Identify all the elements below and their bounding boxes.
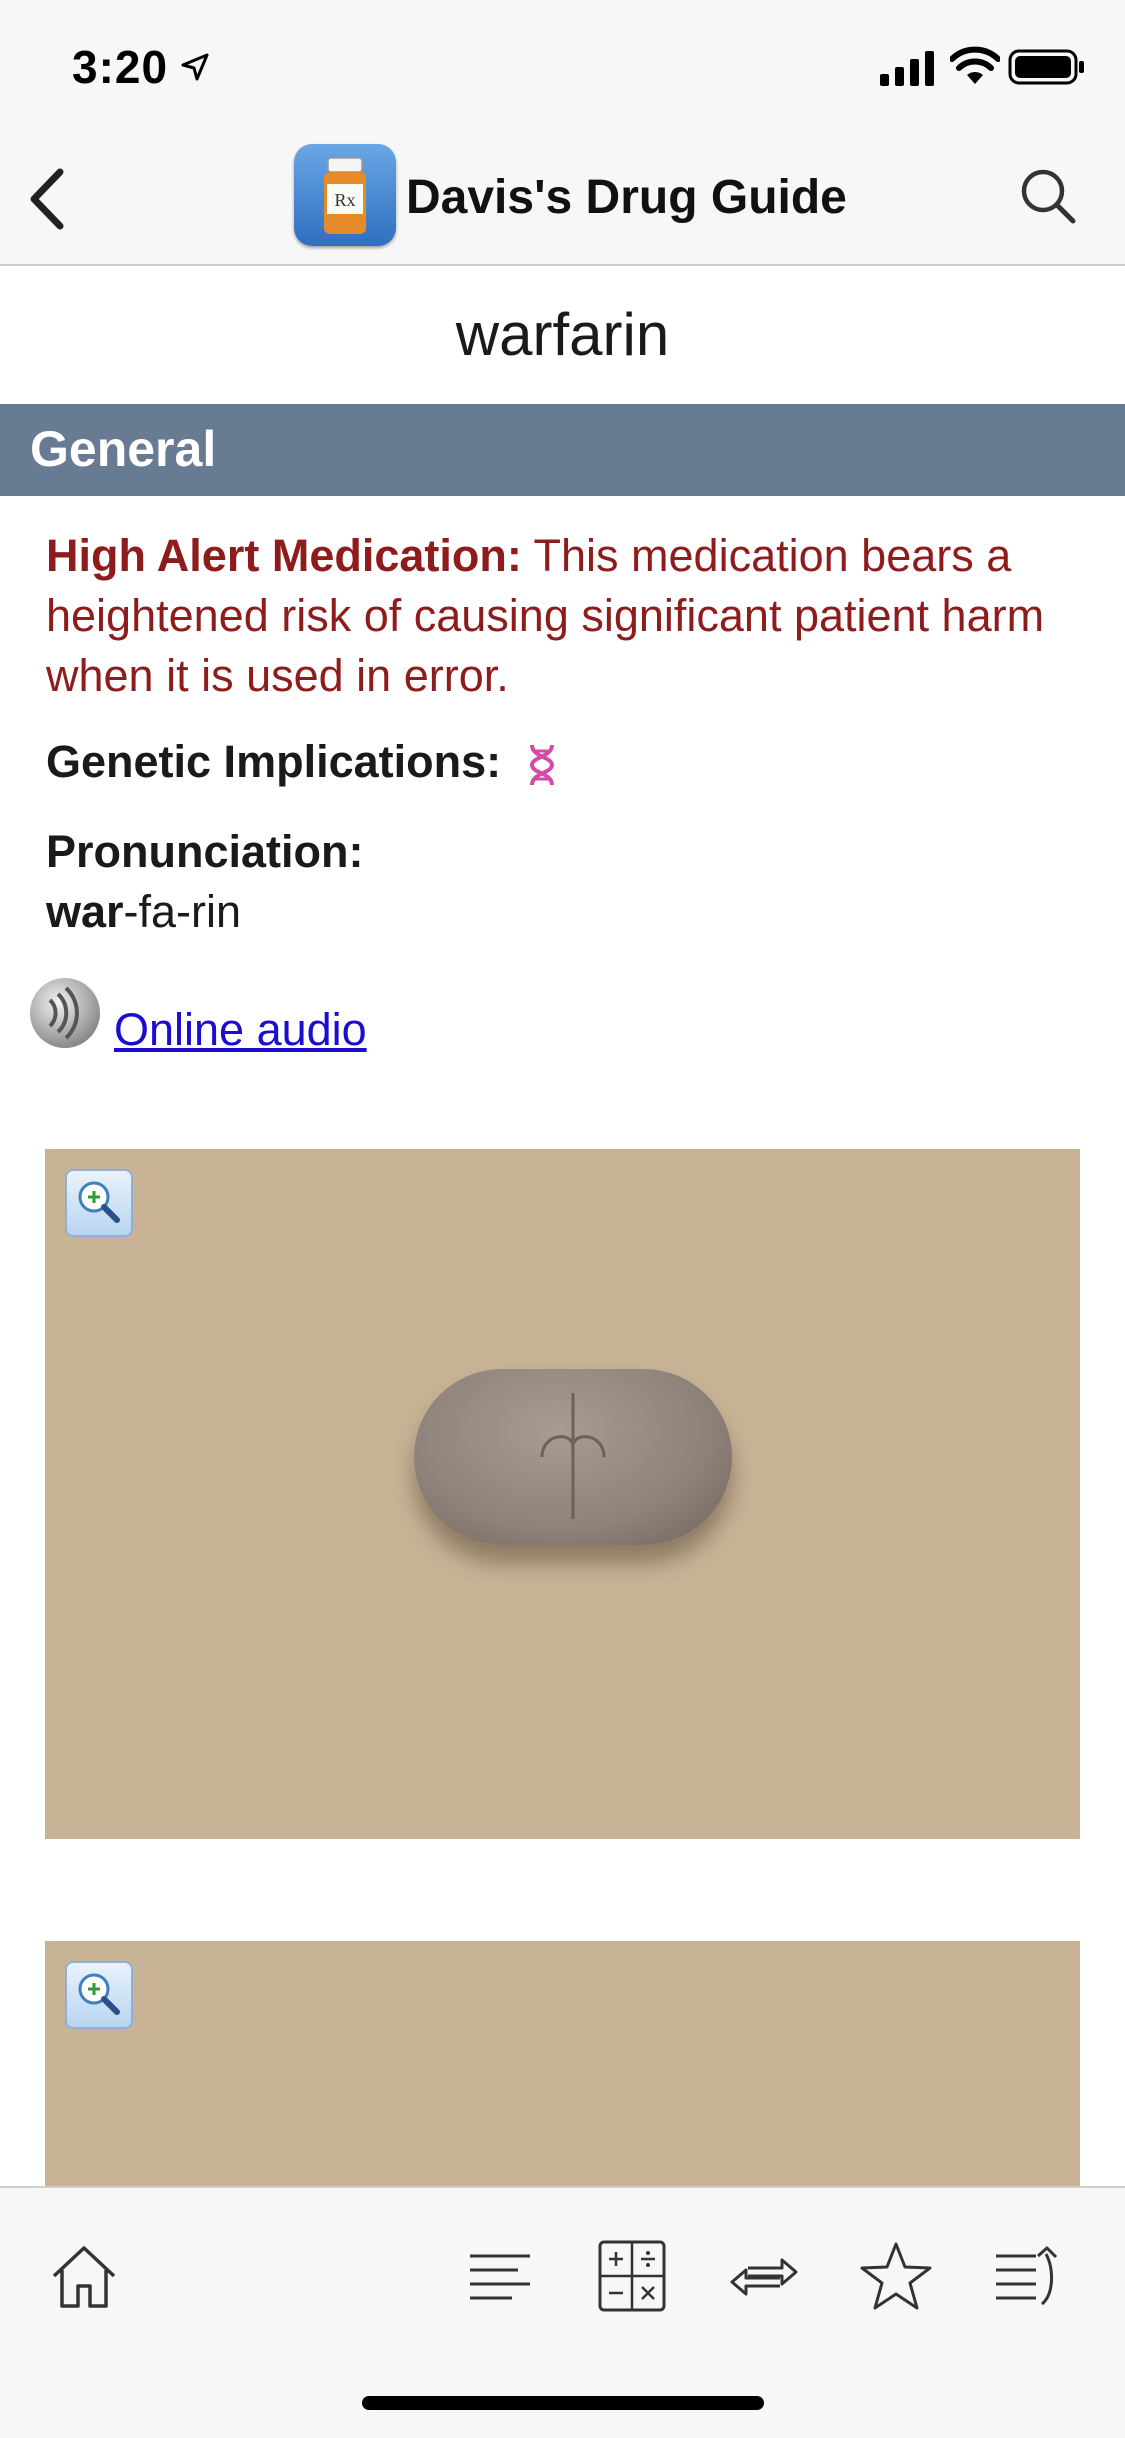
battery-icon (1008, 49, 1084, 85)
zoom-in-icon[interactable] (65, 1961, 133, 2029)
status-bar: 3:20 (0, 0, 1125, 132)
online-audio-link[interactable]: Online audio (114, 1004, 367, 1056)
navigation-bar: Rx Davis's Drug Guide (0, 132, 1125, 266)
home-indicator[interactable] (362, 2396, 764, 2410)
location-arrow-icon (181, 53, 209, 81)
cellular-signal-icon (880, 51, 934, 86)
list-icon[interactable] (462, 2238, 538, 2314)
star-icon[interactable] (858, 2238, 934, 2314)
pronunciation-text: war-fa-rin (46, 886, 1086, 938)
high-alert-notice: High Alert Medication: This medication b… (46, 526, 1086, 706)
speaker-audio-icon[interactable] (28, 976, 102, 1050)
calculator-icon[interactable] (594, 2238, 670, 2314)
genetic-implications: Genetic Implications: (46, 736, 1086, 789)
high-alert-label: High Alert Medication: (46, 530, 522, 581)
pronunciation-stressed-syllable: war (46, 886, 124, 937)
pill-image[interactable] (45, 1149, 1080, 1839)
svg-text:Rx: Rx (334, 190, 355, 210)
dna-icon[interactable] (526, 741, 558, 789)
wifi-icon (950, 46, 1000, 84)
back-chevron-icon[interactable] (24, 166, 68, 232)
section-header-general[interactable]: General (0, 404, 1125, 496)
pronunciation-label: Pronunciation: (46, 826, 364, 877)
history-icon[interactable] (990, 2238, 1066, 2314)
home-icon[interactable] (46, 2238, 122, 2314)
pill-bottle-icon: Rx (324, 157, 366, 234)
warfarin-tablet (414, 1369, 732, 1545)
status-time: 3:20 (72, 41, 169, 93)
app-logo-icon: Rx (294, 144, 396, 246)
swap-icon[interactable] (726, 2238, 802, 2314)
drug-title: warfarin (455, 301, 670, 368)
app-title: Davis's Drug Guide (406, 171, 847, 224)
search-icon[interactable] (1018, 166, 1078, 226)
genetic-implications-label: Genetic Implications: (46, 736, 502, 787)
section-header-label: General (30, 421, 217, 477)
pill-image[interactable] (45, 1941, 1080, 2193)
zoom-in-icon[interactable] (65, 1169, 133, 1237)
pronunciation-rest: -fa-rin (123, 886, 242, 937)
